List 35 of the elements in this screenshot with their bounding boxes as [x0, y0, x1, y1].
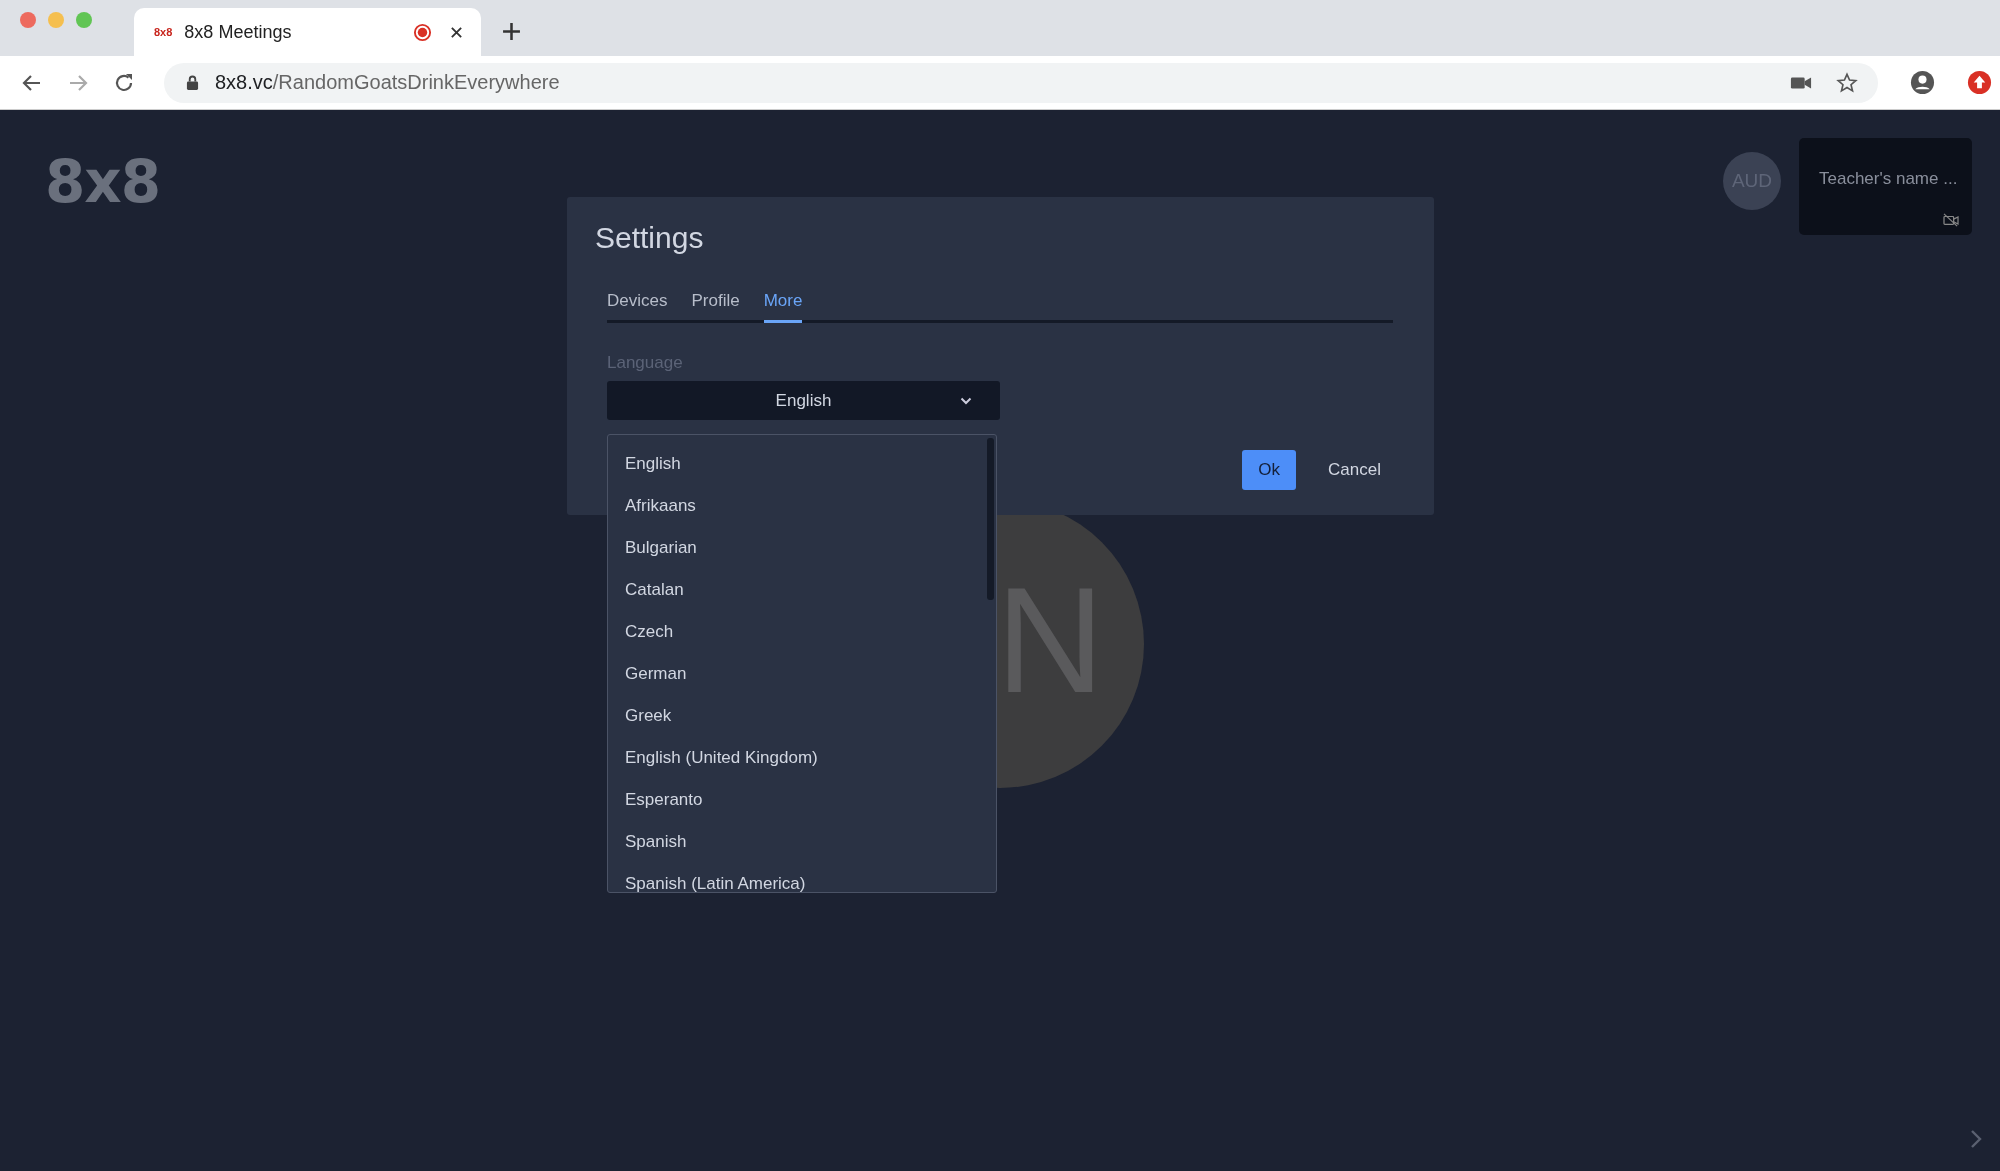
language-option[interactable]: English (United Kingdom): [608, 737, 996, 779]
lock-icon: [186, 75, 199, 90]
ok-button[interactable]: Ok: [1242, 450, 1297, 490]
language-option[interactable]: Esperanto: [608, 779, 996, 821]
tab-title: 8x8 Meetings: [184, 21, 293, 43]
language-option[interactable]: Greek: [608, 695, 996, 737]
video-tile[interactable]: Teacher's name ...: [1799, 138, 1972, 235]
address-bar[interactable]: 8x8.vc/RandomGoatsDrinkEverywhere: [164, 62, 1878, 103]
language-option[interactable]: Afrikaans: [608, 485, 996, 527]
language-option[interactable]: Catalan: [608, 569, 996, 611]
logo: 8x8: [45, 148, 161, 216]
language-option[interactable]: Spanish: [608, 821, 996, 863]
participant-name: Teacher's name ...: [1819, 169, 1958, 189]
language-option[interactable]: Bulgarian: [608, 527, 996, 569]
language-option[interactable]: German: [608, 653, 996, 695]
dialog-title: Settings: [595, 221, 705, 255]
profile-icon[interactable]: [1910, 70, 1935, 95]
settings-tab[interactable]: Profile: [691, 291, 740, 323]
favicon: 8x8: [154, 26, 173, 38]
language-option[interactable]: English: [608, 443, 996, 485]
language-select[interactable]: English: [607, 381, 1000, 420]
star-icon[interactable]: [1836, 71, 1858, 94]
language-option[interactable]: Spanish (Latin America): [608, 863, 996, 892]
language-option[interactable]: Czech: [608, 611, 996, 653]
browser-tab[interactable]: 8x8 8x8 Meetings: [134, 8, 481, 56]
cancel-button[interactable]: Cancel: [1316, 450, 1393, 490]
settings-tab[interactable]: Devices: [607, 291, 668, 323]
url-text: 8x8.vc/RandomGoatsDrinkEverywhere: [215, 71, 561, 94]
chevron-right-icon[interactable]: [1970, 1129, 1982, 1149]
settings-tab[interactable]: More: [763, 291, 803, 323]
new-tab-icon[interactable]: [502, 22, 521, 41]
update-icon[interactable]: [1967, 70, 1992, 95]
caret-icon: [960, 397, 972, 405]
scrollbar-thumb[interactable]: [987, 438, 994, 600]
close-tab-icon[interactable]: [450, 25, 463, 39]
